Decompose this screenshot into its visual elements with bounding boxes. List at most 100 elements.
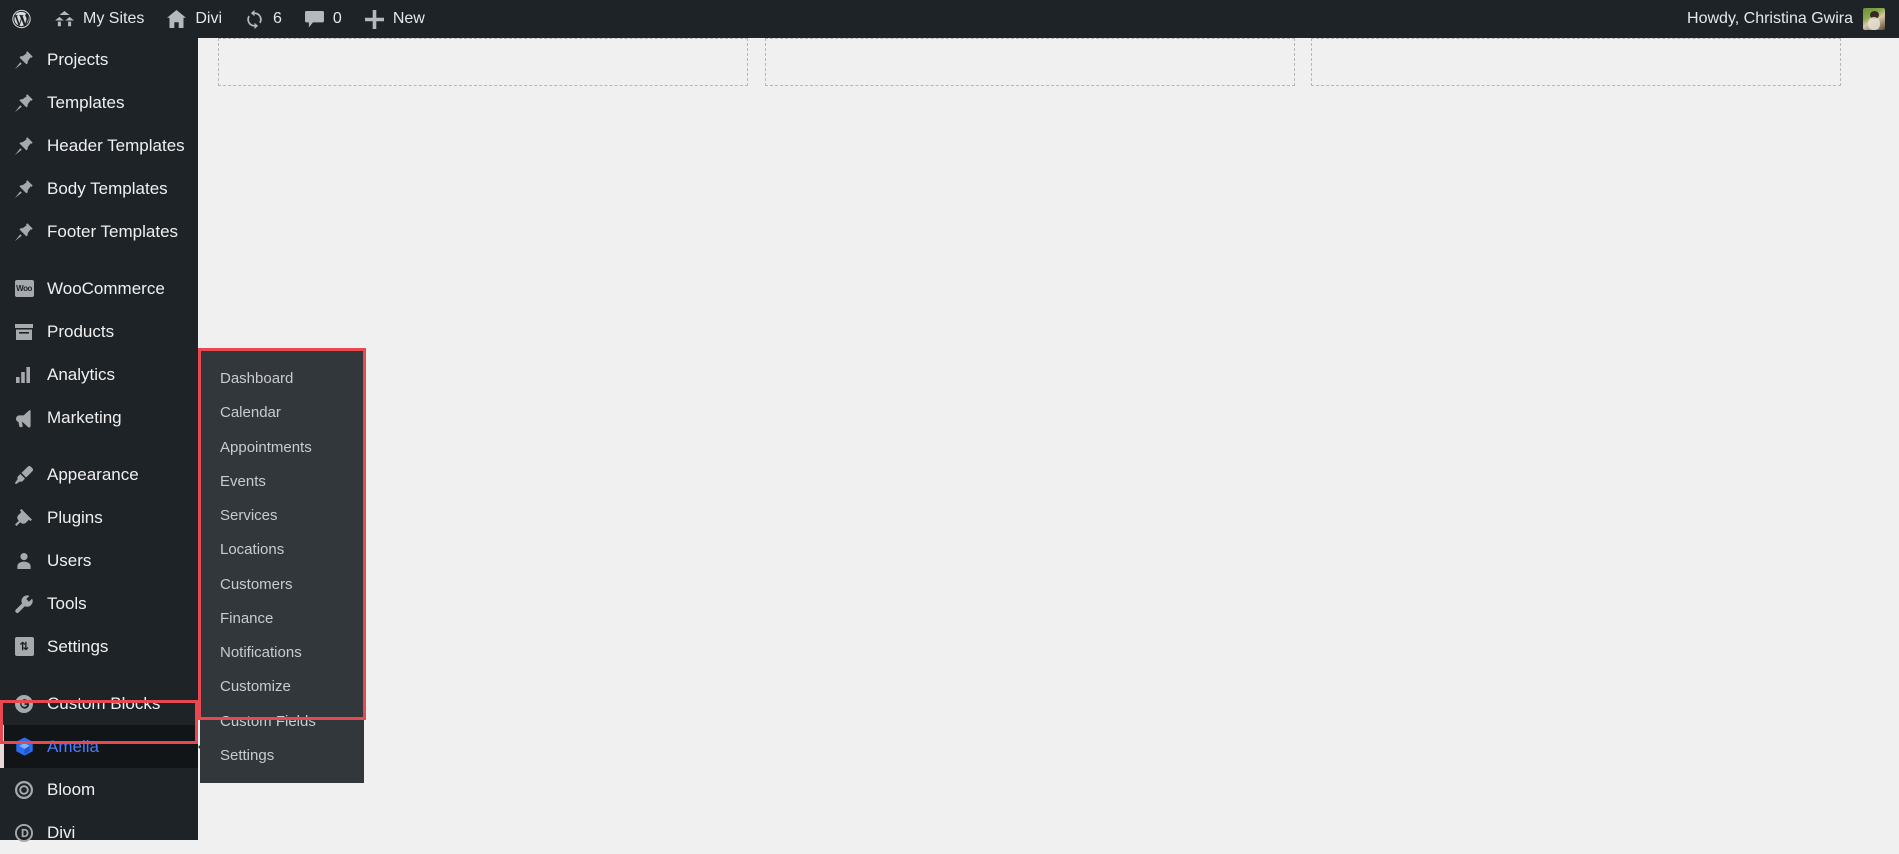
woo-glyph: Woo xyxy=(14,280,34,297)
paintbrush-icon xyxy=(10,461,38,489)
content-area xyxy=(198,38,1899,840)
admin-bar-left: My Sites Divi 6 0 New xyxy=(0,0,436,38)
sidebar-item-settings[interactable]: ⇅ Settings xyxy=(0,625,198,668)
submenu-item-locations[interactable]: Locations xyxy=(200,533,364,567)
admin-bar-label-comments-count: 0 xyxy=(332,10,342,27)
admin-bar: My Sites Divi 6 0 New Howdy, Christina G… xyxy=(0,0,1899,38)
howdy-greeting: Howdy, Christina Gwira xyxy=(1687,10,1853,27)
submenu-item-finance[interactable]: Finance xyxy=(200,602,364,636)
sidebar-item-label: Divi xyxy=(47,823,76,842)
sidebar-item-tools[interactable]: Tools xyxy=(0,582,198,625)
sliders-glyph: ⇅ xyxy=(14,637,34,656)
products-icon xyxy=(10,318,38,346)
admin-bar-label-site-name: Divi xyxy=(195,10,223,27)
home-icon xyxy=(166,9,187,30)
admin-bar-item-comments[interactable]: 0 xyxy=(293,0,353,38)
sidebar-item-label: Users xyxy=(47,551,92,570)
wordpress-logo-menu[interactable] xyxy=(0,0,43,38)
sidebar-item-label: Body Templates xyxy=(47,179,168,198)
plus-icon xyxy=(364,9,385,30)
admin-bar-account-menu[interactable]: Howdy, Christina Gwira xyxy=(1687,8,1899,30)
submenu-item-customize[interactable]: Customize xyxy=(200,670,364,704)
submenu-item-notifications[interactable]: Notifications xyxy=(200,636,364,670)
admin-bar-item-my-sites[interactable]: My Sites xyxy=(43,0,155,38)
placeholder-box-2 xyxy=(765,38,1295,86)
sidebar-item-products[interactable]: Products xyxy=(0,310,198,353)
sidebar-item-label: Templates xyxy=(47,93,125,112)
sliders-icon: ⇅ xyxy=(10,633,38,661)
admin-bar-label-updates-count: 6 xyxy=(273,10,282,27)
sidebar-item-woocommerce[interactable]: Woo WooCommerce xyxy=(0,267,198,310)
admin-bar-label-new: New xyxy=(392,10,425,27)
megaphone-icon xyxy=(10,404,38,432)
pin-icon xyxy=(10,132,38,160)
amelia-icon xyxy=(10,733,38,761)
admin-sidebar-menu: Projects Templates Header Templates Body Te… xyxy=(0,38,209,842)
sidebar-item-label: Amelia xyxy=(47,737,99,756)
sidebar-item-analytics[interactable]: Analytics xyxy=(0,353,198,396)
sidebar-item-footer-templates[interactable]: Footer Templates xyxy=(0,210,198,253)
sidebar-item-label: Custom Blocks xyxy=(47,694,161,713)
woo-icon: Woo xyxy=(10,275,38,303)
sidebar-item-custom-blocks[interactable]: Custom Blocks xyxy=(0,682,198,725)
sidebar-item-amelia[interactable]: Amelia xyxy=(0,725,209,768)
sidebar-item-header-templates[interactable]: Header Templates xyxy=(0,124,198,167)
placeholder-widget-row xyxy=(198,38,1899,86)
admin-bar-item-new[interactable]: New xyxy=(353,0,436,38)
sidebar-item-label: Products xyxy=(47,322,115,341)
user-avatar xyxy=(1863,8,1885,30)
admin-bar-label-my-sites: My Sites xyxy=(83,10,145,27)
bar-chart-icon xyxy=(10,361,38,389)
pin-icon xyxy=(10,218,38,246)
submenu-item-calendar[interactable]: Calendar xyxy=(200,396,364,430)
placeholder-box-3 xyxy=(1311,38,1841,86)
amelia-submenu-flyout: Dashboard Calendar Appointments Events Servi… xyxy=(200,350,364,783)
submenu-item-custom-fields[interactable]: Custom Fields xyxy=(200,705,364,739)
menu-separator xyxy=(0,439,198,453)
placeholder-box-1 xyxy=(218,38,748,86)
sidebar-item-label: Appearance xyxy=(47,465,139,484)
sidebar-item-label: Analytics xyxy=(47,365,116,384)
submenu-item-services[interactable]: Services xyxy=(200,499,364,533)
updates-icon xyxy=(244,9,265,30)
sidebar-item-marketing[interactable]: Marketing xyxy=(0,396,198,439)
sidebar-item-label: Marketing xyxy=(47,408,122,427)
user-icon xyxy=(10,547,38,575)
pin-icon xyxy=(10,46,38,74)
sidebar-item-label: Projects xyxy=(47,50,109,69)
sidebar-item-templates[interactable]: Templates xyxy=(0,81,198,124)
sidebar-item-label: Bloom xyxy=(47,780,96,799)
plug-icon xyxy=(10,504,38,532)
wrench-icon xyxy=(10,590,38,618)
submenu-item-dashboard[interactable]: Dashboard xyxy=(200,362,364,396)
comment-bubble-icon xyxy=(304,9,325,30)
sidebar-item-plugins[interactable]: Plugins xyxy=(0,496,198,539)
pin-icon xyxy=(10,175,38,203)
bloom-icon xyxy=(10,776,38,804)
submenu-item-customers[interactable]: Customers xyxy=(200,568,364,602)
sidebar-item-appearance[interactable]: Appearance xyxy=(0,453,198,496)
divi-icon xyxy=(10,819,38,847)
sidebar-item-label: Footer Templates xyxy=(47,222,179,241)
pin-icon xyxy=(10,89,38,117)
sites-icon xyxy=(54,9,75,30)
sidebar-item-users[interactable]: Users xyxy=(0,539,198,582)
menu-separator xyxy=(0,253,198,267)
wordpress-logo-icon xyxy=(11,9,32,30)
sidebar-item-divi[interactable]: Divi xyxy=(0,811,198,854)
sidebar-item-projects[interactable]: Projects xyxy=(0,38,198,81)
sidebar-item-body-templates[interactable]: Body Templates xyxy=(0,167,198,210)
submenu-item-appointments[interactable]: Appointments xyxy=(200,431,364,465)
genesis-icon xyxy=(10,690,38,718)
menu-separator xyxy=(0,668,198,682)
submenu-item-events[interactable]: Events xyxy=(200,465,364,499)
admin-bar-item-site-name[interactable]: Divi xyxy=(155,0,233,38)
sidebar-item-label: Header Templates xyxy=(47,136,185,155)
sidebar-item-label: Tools xyxy=(47,594,87,613)
sidebar-item-label: Plugins xyxy=(47,508,103,527)
sidebar-item-bloom[interactable]: Bloom xyxy=(0,768,198,811)
admin-bar-item-updates[interactable]: 6 xyxy=(233,0,293,38)
sidebar-item-label: Settings xyxy=(47,637,109,656)
sidebar-item-label: WooCommerce xyxy=(47,279,165,298)
submenu-item-settings[interactable]: Settings xyxy=(200,739,364,773)
